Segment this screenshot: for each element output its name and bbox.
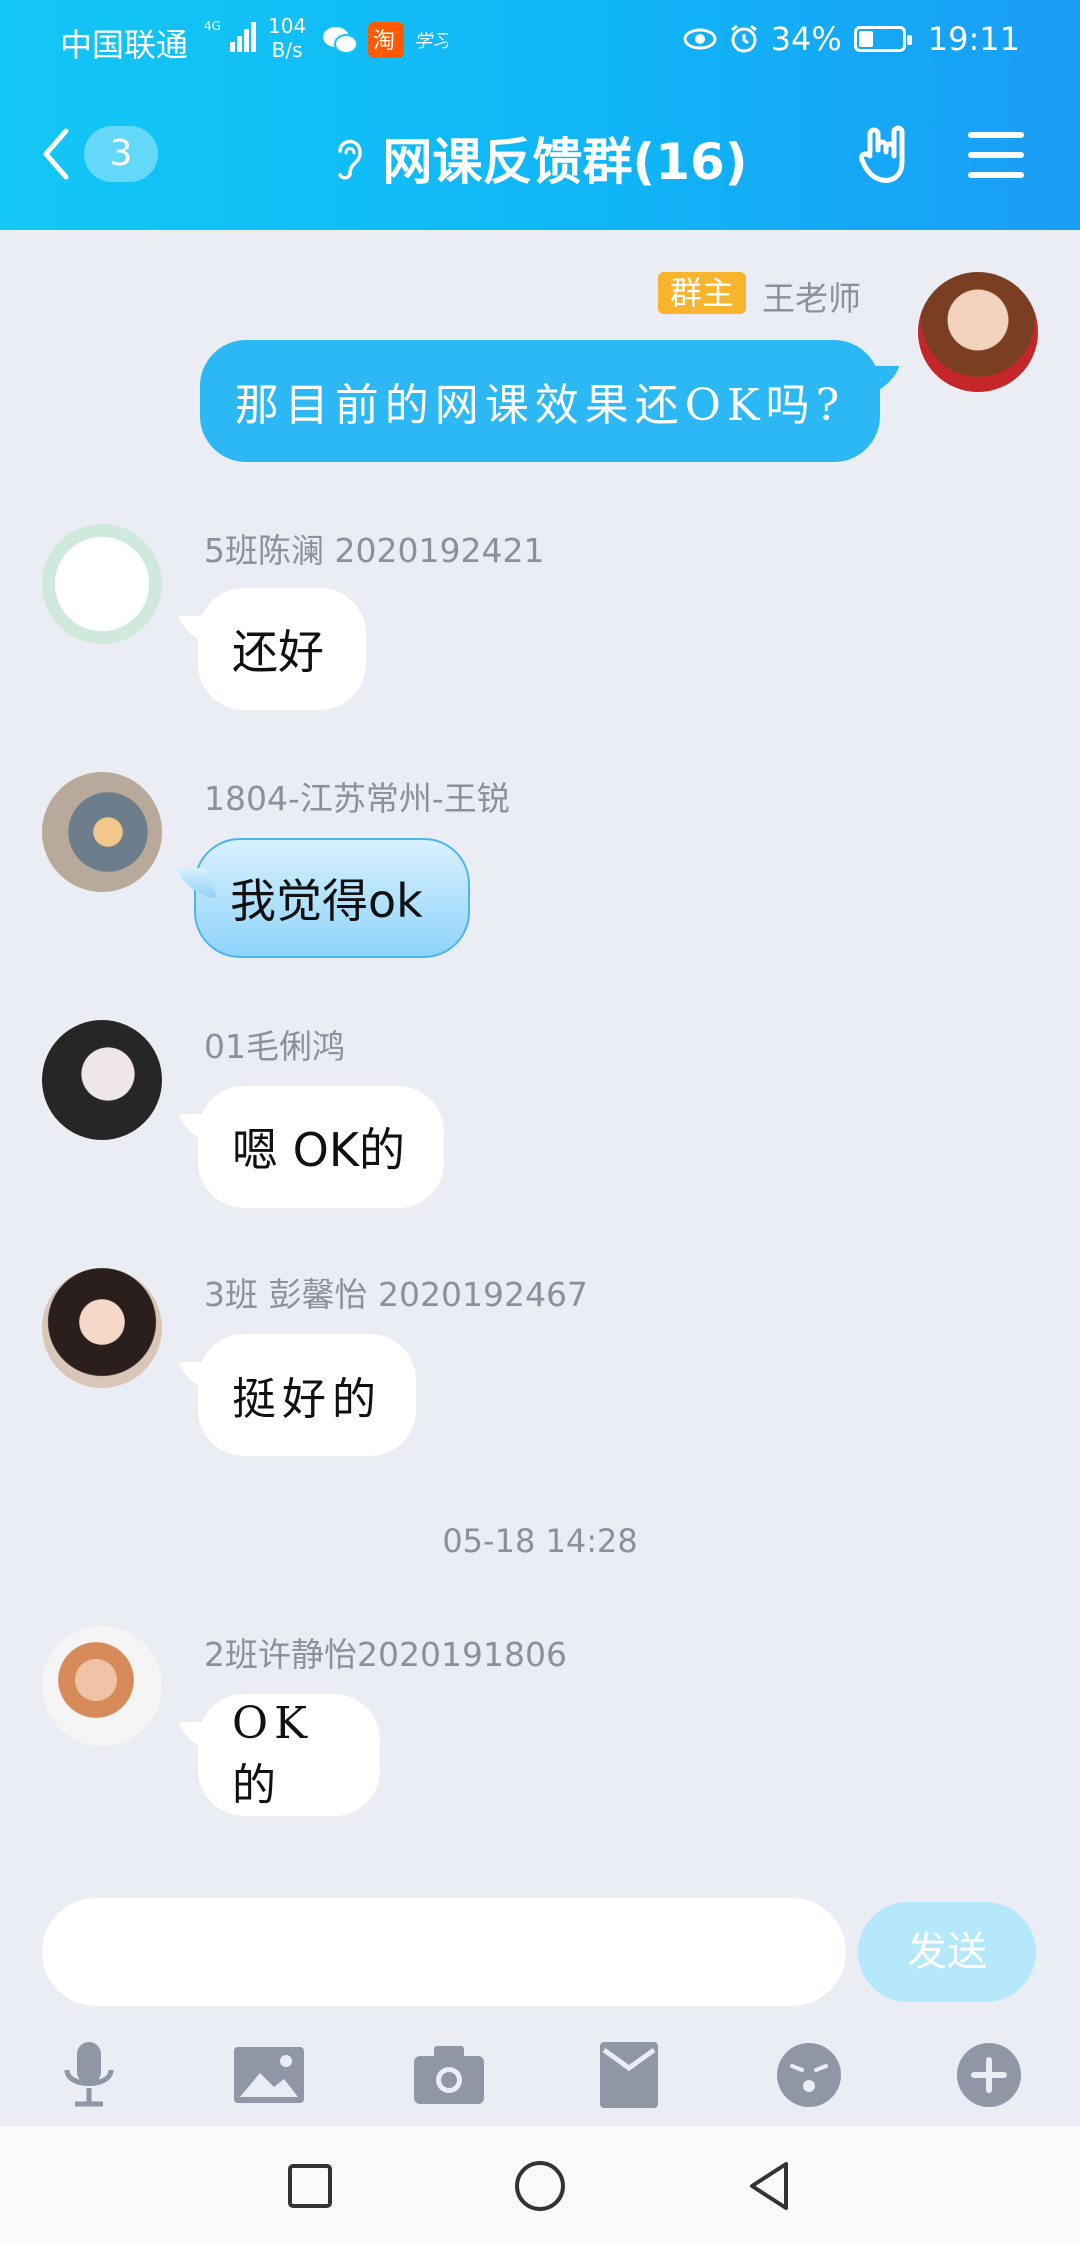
- avatar[interactable]: [42, 1626, 162, 1746]
- plus-icon: [957, 2043, 1021, 2107]
- chat-title[interactable]: 网课反馈群(16): [300, 122, 780, 194]
- page-title: 网课反馈群(16): [382, 133, 748, 191]
- battery-icon: [853, 26, 912, 52]
- sender-name: 3班 彭馨怡 2020192467: [204, 1275, 588, 1314]
- nav-back-button[interactable]: [740, 2156, 800, 2216]
- chat-toolbar: [0, 2030, 1080, 2130]
- avatar[interactable]: [42, 1268, 162, 1388]
- avatar[interactable]: [918, 272, 1038, 392]
- camera-button[interactable]: [404, 2030, 494, 2120]
- square-icon: [288, 2164, 332, 2208]
- net-speed-unit: B/s: [271, 38, 303, 62]
- svg-text:学习: 学习: [414, 31, 448, 52]
- avatar[interactable]: [42, 772, 162, 892]
- taobao-icon: 淘: [368, 22, 404, 58]
- alarm-icon: [730, 24, 757, 53]
- emoji-icon: [777, 2043, 841, 2107]
- sender-name: 01毛俐鸿: [204, 1027, 345, 1066]
- avatar[interactable]: [42, 1020, 162, 1140]
- message-bubble[interactable]: 那目前的网课效果还OK吗?: [200, 340, 880, 462]
- group-owner-badge: 群主: [658, 272, 747, 314]
- net-speed-value: 104: [268, 14, 307, 38]
- sender-name: 1804-江苏常州-王锐: [204, 779, 510, 818]
- circle-icon: [515, 2161, 565, 2211]
- message-text: 嗯 OK的: [232, 1123, 405, 1177]
- chevron-left-icon: [43, 128, 69, 180]
- net-type-label: 4G: [204, 19, 221, 33]
- sender-name: 2班许静怡2020191806: [204, 1635, 567, 1674]
- xuexi-icon: 学习: [414, 31, 448, 52]
- menu-icon: [968, 132, 1024, 138]
- menu-button[interactable]: [968, 132, 1024, 178]
- message-text: 那目前的网课效果还OK吗?: [234, 380, 846, 431]
- message-text: 还好: [232, 625, 324, 679]
- voice-icon: [64, 2042, 114, 2107]
- image-button[interactable]: [224, 2030, 314, 2120]
- recents-button[interactable]: [280, 2156, 340, 2216]
- unread-count-badge: 3: [84, 126, 158, 182]
- status-bar: 中国联通 4G 104 B/s 淘 学习 34% 19:11: [0, 0, 1080, 80]
- message-text: 我觉得ok: [230, 874, 423, 928]
- sender-name: 5班陈澜 2020192421: [204, 531, 545, 570]
- message-bubble[interactable]: 还好: [198, 588, 366, 710]
- message-bubble[interactable]: OK的: [198, 1694, 380, 1816]
- notification-icons: 淘 学习: [322, 22, 448, 58]
- avatar[interactable]: [42, 524, 162, 644]
- message-bubble[interactable]: 挺好的: [198, 1334, 416, 1456]
- image-icon: [234, 2047, 304, 2103]
- more-button[interactable]: [944, 2030, 1034, 2120]
- voice-button[interactable]: [44, 2030, 134, 2120]
- clock: 19:11: [927, 20, 1020, 58]
- back-button[interactable]: 3: [40, 126, 158, 182]
- title-bar: 3 网课反馈群(16): [0, 80, 1080, 230]
- emoji-button[interactable]: [764, 2030, 854, 2120]
- signal-icon: 4G: [204, 18, 260, 62]
- eye-icon: [683, 28, 717, 50]
- header: 中国联通 4G 104 B/s 淘 学习 34% 19:11 3 网课反馈群(1…: [0, 0, 1080, 230]
- hand-gesture-icon: [859, 125, 905, 183]
- red-packet-icon: [600, 2042, 658, 2108]
- battery-percent: 34%: [770, 20, 842, 58]
- wechat-icon: [323, 27, 358, 54]
- message-bubble[interactable]: 我觉得ok: [194, 838, 470, 958]
- message-text: 挺好的: [232, 1374, 382, 1425]
- red-packet-button[interactable]: [584, 2030, 674, 2120]
- message-text: OK的: [232, 1697, 313, 1811]
- message-bubble[interactable]: 嗯 OK的: [198, 1086, 444, 1208]
- net-speed: 104 B/s: [268, 14, 306, 62]
- message-timestamp: 05-18 14:28: [442, 1522, 638, 1560]
- send-button[interactable]: 发送: [858, 1902, 1036, 2002]
- camera-icon: [414, 2046, 484, 2104]
- svg-text:淘: 淘: [373, 29, 395, 54]
- carrier-name: 中国联通: [60, 26, 189, 64]
- group-gesture-button[interactable]: [856, 124, 918, 190]
- home-button[interactable]: [510, 2156, 570, 2216]
- system-nav-bar: [0, 2126, 1080, 2244]
- triangle-back-icon: [750, 2162, 788, 2210]
- message-input[interactable]: [42, 1898, 846, 2006]
- sender-name: 王老师: [762, 279, 861, 318]
- ear-icon: [338, 139, 363, 180]
